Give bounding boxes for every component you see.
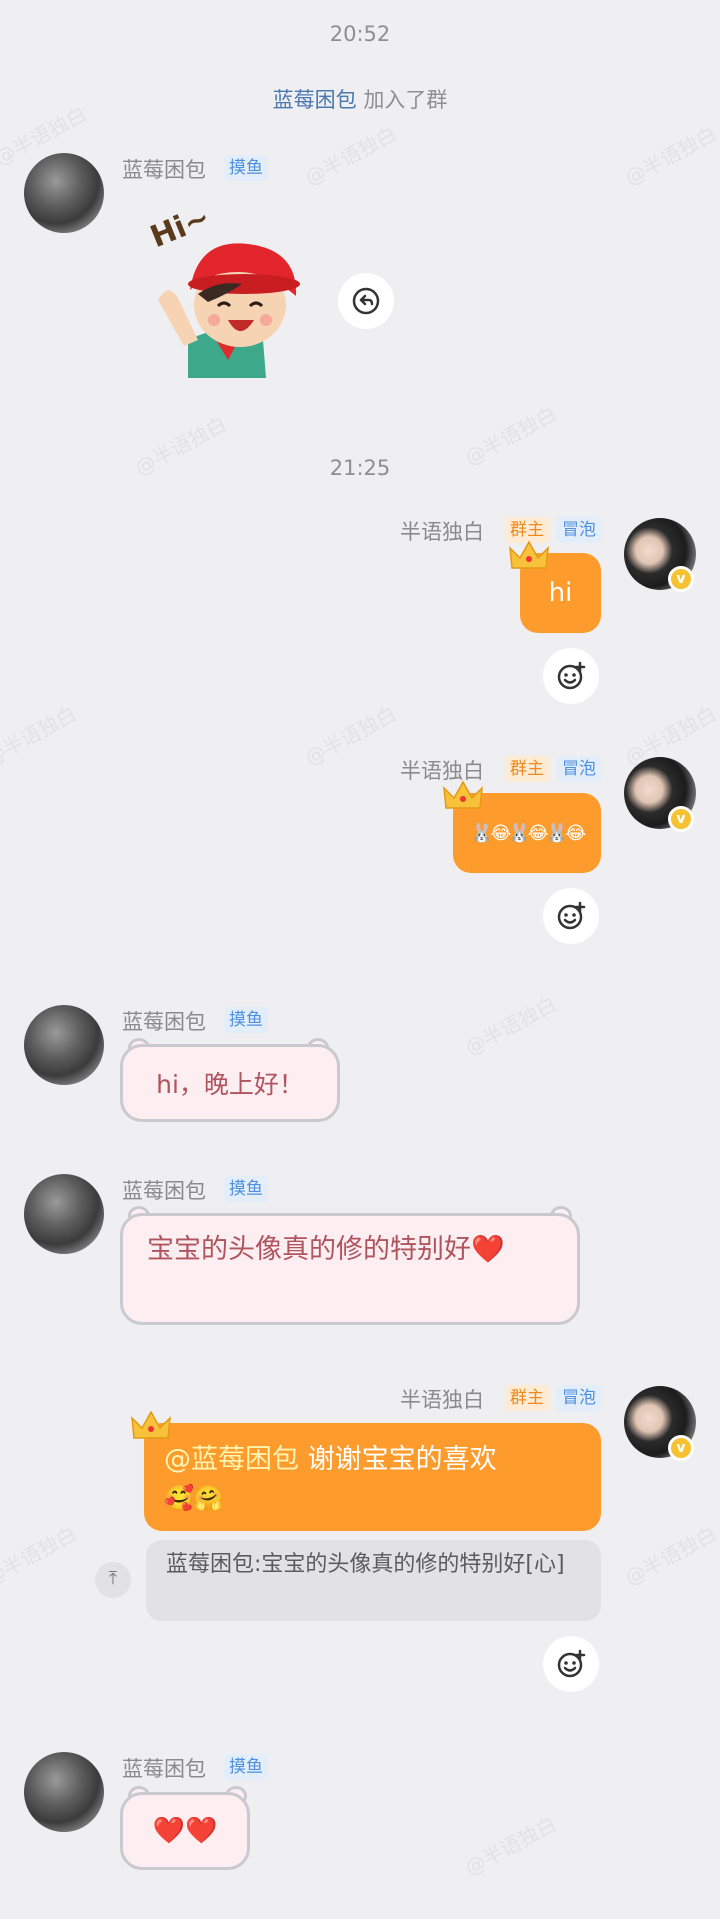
sender-nickname: 半语独白 [400,520,484,544]
watermark: @半语独白 [300,701,401,770]
watermark: @半语独白 [0,1521,81,1590]
message-bubble[interactable]: 宝宝的头像真的修的特别好❤️ [120,1213,580,1325]
sender-nickname: 蓝莓困包 [122,1179,206,1203]
system-message-action: 加入了群 [363,88,448,112]
quote-up-arrow-icon[interactable]: ⤒ [95,1562,131,1598]
system-message-name[interactable]: 蓝莓困包 [273,88,357,112]
level-tag: 冒泡 [557,756,601,782]
crown-icon [443,780,483,809]
message-text: 谢谢宝宝的喜欢 [299,1444,497,1475]
system-message: 蓝莓困包 加入了群 [0,84,720,114]
add-reaction-icon[interactable] [543,648,599,704]
timestamp: 21:25 [329,456,391,480]
member-tag: 摸鱼 [224,1176,268,1202]
crown-icon [131,1410,171,1439]
owner-tag: 群主 [505,756,549,782]
reply-arrow-icon[interactable] [338,273,394,329]
member-tag: 摸鱼 [224,1754,268,1780]
owner-tag: 群主 [505,1385,549,1411]
sender-nickname: 蓝莓困包 [122,158,206,182]
avatar-lanmei[interactable] [24,1752,104,1832]
add-reaction-icon[interactable] [543,888,599,944]
level-tag: 冒泡 [557,517,601,543]
message-emoji: 🥰🤗 [164,1484,224,1512]
watermark: @半语独白 [620,1521,720,1590]
crown-icon [509,540,549,569]
message-bubble[interactable]: ❤️❤️ [120,1792,250,1870]
level-tag: 冒泡 [557,1385,601,1411]
timestamp: 20:52 [329,22,391,46]
watermark: @半语独白 [0,701,81,770]
avatar-lanmei[interactable] [24,1005,104,1085]
avatar-lanmei[interactable] [24,153,104,233]
verified-badge-icon: v [668,1435,694,1461]
message-bubble[interactable]: hi，晚上好！ [120,1044,340,1122]
add-reaction-icon[interactable] [543,1636,599,1692]
sender-nickname: 蓝莓困包 [122,1010,206,1034]
watermark: @半语独白 [460,991,561,1060]
verified-badge-icon: v [668,806,694,832]
sender-nickname: 半语独白 [400,1388,484,1412]
verified-badge-icon: v [668,566,694,592]
watermark: @半语独白 [300,121,401,190]
quoted-message[interactable]: 蓝莓困包:宝宝的头像真的修的特别好[心] [146,1540,601,1621]
message-bubble[interactable]: @蓝莓困包 谢谢宝宝的喜欢 🥰🤗 [144,1423,601,1531]
watermark: @半语独白 [460,1811,561,1880]
watermark: @半语独白 [620,121,720,190]
member-tag: 摸鱼 [224,1007,268,1033]
mention-link[interactable]: @蓝莓困包 [164,1444,299,1475]
avatar-lanmei[interactable] [24,1174,104,1254]
sender-nickname: 蓝莓困包 [122,1757,206,1781]
member-tag: 摸鱼 [224,155,268,181]
